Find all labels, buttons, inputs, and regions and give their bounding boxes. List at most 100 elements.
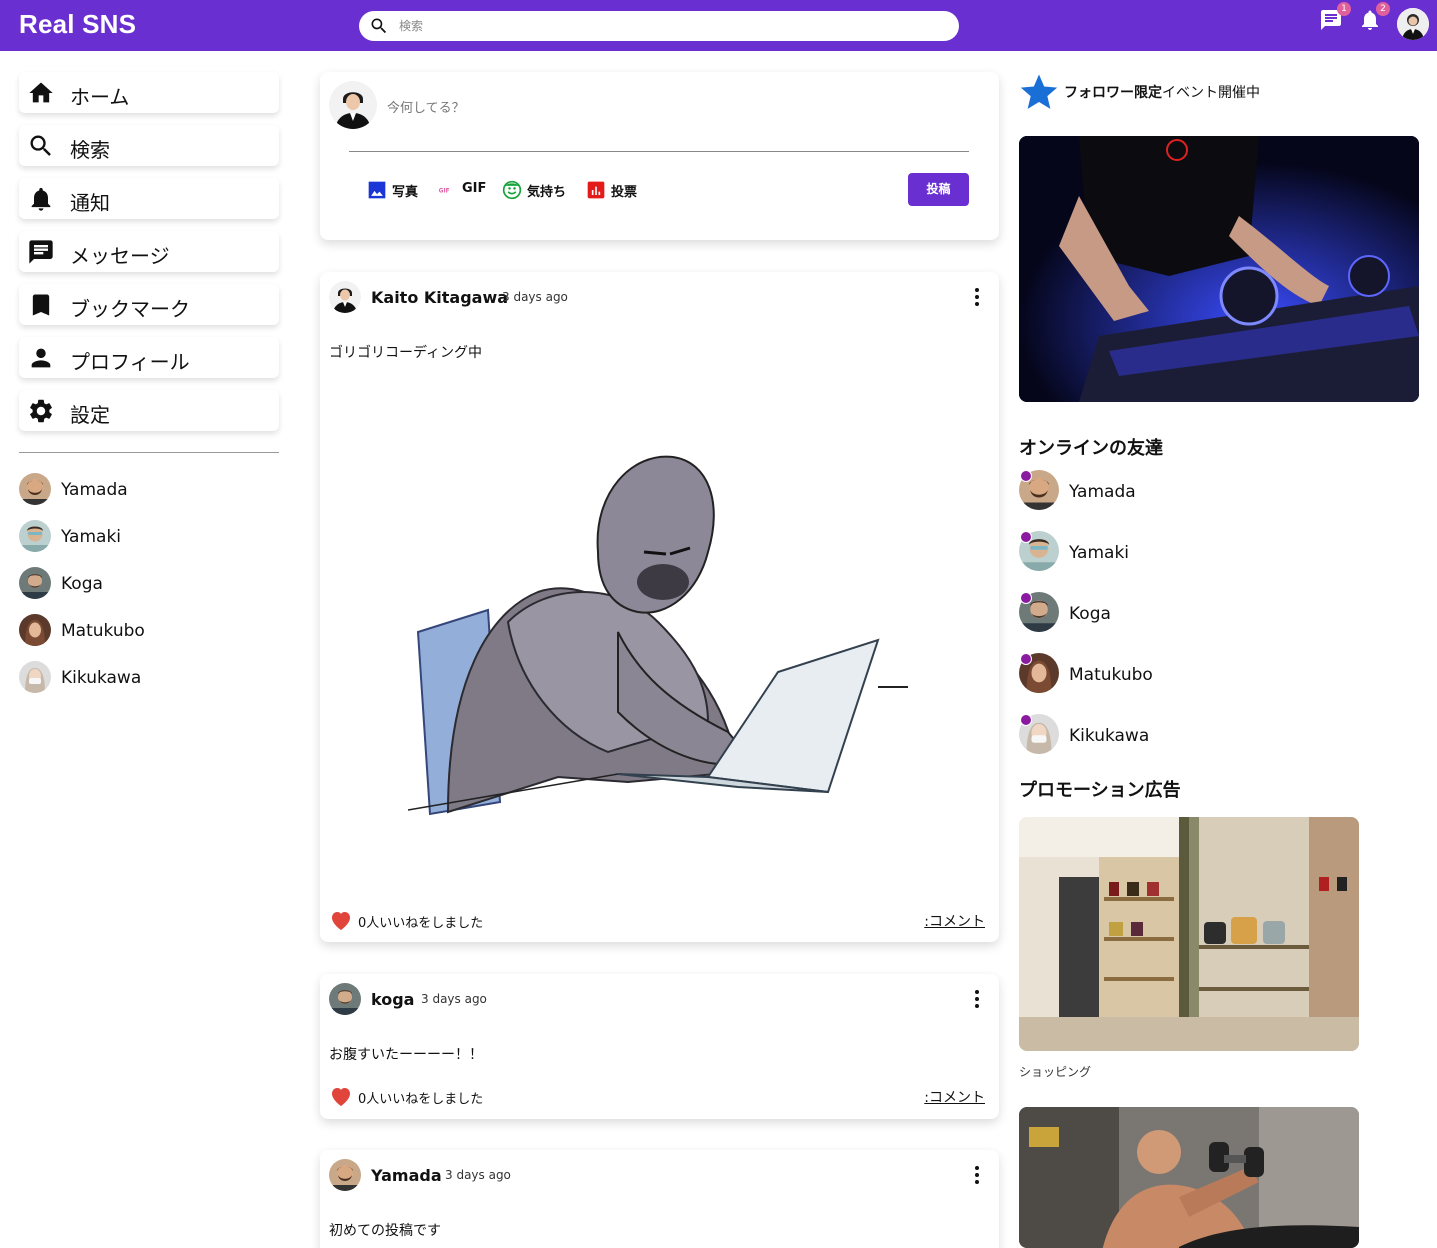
friend-name: Koga <box>61 574 103 594</box>
post-card: koga 3 days ago お腹すいたーーーー！！ 0人いいねをしました :… <box>320 974 999 1119</box>
avatar[interactable] <box>329 281 361 313</box>
more-vert-icon[interactable] <box>969 988 985 1010</box>
sidebar-item-label: ホーム <box>70 85 130 109</box>
like-count: 0人いいねをしました <box>358 916 484 931</box>
online-dot <box>1020 653 1032 665</box>
friend-name: Yamaki <box>61 527 122 547</box>
brand-logo[interactable]: Real SNS <box>19 9 136 40</box>
post-time: 3 days ago <box>421 992 487 1006</box>
top-bar: Real SNS 1 2 <box>0 0 1437 51</box>
promotion-title: プロモーション広告 <box>1019 780 1181 801</box>
bookmark-icon <box>32 294 50 316</box>
sidebar-item-home[interactable]: ホーム <box>19 72 279 113</box>
gif-icon: GIF <box>439 189 450 195</box>
event-highlight: フォロワー限定 <box>1064 85 1162 101</box>
post-card: Yamada 3 days ago 初めての投稿です <box>320 1150 999 1248</box>
friend-name: Matukubo <box>1069 665 1153 685</box>
avatar <box>19 567 51 599</box>
more-vert-icon[interactable] <box>969 1164 985 1186</box>
sidebar-nav: ホーム 検索 通知 メッセージ ブックマーク プロフィール 設定 <box>19 72 279 443</box>
post-text: お腹すいたーーーー！！ <box>329 1047 483 1063</box>
sidebar-item-notifications[interactable]: 通知 <box>19 178 279 219</box>
sidebar-item-label: 検索 <box>70 138 110 162</box>
online-dot <box>1020 470 1032 482</box>
event-rest: イベント開催中 <box>1162 85 1260 101</box>
online-dot <box>1020 592 1032 604</box>
post-author[interactable]: koga <box>371 990 414 1009</box>
post-composer: 今何してる？ 写真 GIF GIF 気持ち 投票 投稿 <box>320 72 999 240</box>
friend-name: Matukubo <box>61 621 145 641</box>
avatar <box>19 614 51 646</box>
sidebar-item-label: プロフィール <box>70 350 190 374</box>
person-icon <box>31 348 51 368</box>
search-icon <box>371 18 387 34</box>
friend-name: Yamada <box>1069 482 1136 502</box>
comment-link[interactable]: :コメント <box>924 1087 985 1107</box>
post-text: 初めての投稿です <box>329 1223 441 1239</box>
sidebar-item-label: 設定 <box>70 403 110 427</box>
bell-icon <box>31 187 51 211</box>
promo-image-shopping[interactable] <box>1019 817 1359 1051</box>
post-image <box>408 382 908 882</box>
poll-icon <box>587 181 605 199</box>
sidebar-item-label: メッセージ <box>70 244 170 268</box>
event-image[interactable] <box>1019 136 1419 402</box>
post-time: 3 days ago <box>445 1168 511 1182</box>
post-card: Kaito Kitagawa 3 days ago ゴリゴリコーディング中 0人… <box>320 272 999 942</box>
notification-badge: 2 <box>1376 2 1390 16</box>
home-icon <box>29 82 53 103</box>
post-author[interactable]: Yamada <box>371 1166 442 1185</box>
composer-divider <box>349 151 969 152</box>
search-input[interactable] <box>399 17 939 35</box>
composer-option-label: 投票 <box>611 185 638 200</box>
avatar <box>329 81 377 129</box>
friend-name: Yamada <box>61 480 128 500</box>
post-text: ゴリゴリコーディング中 <box>329 345 483 361</box>
avatar[interactable] <box>329 1159 361 1191</box>
gear-icon <box>30 399 52 423</box>
sidebar-item-messages[interactable]: メッセージ <box>19 231 279 272</box>
heart-icon[interactable] <box>329 1085 353 1107</box>
friend-name: Kikukawa <box>61 668 142 688</box>
star-icon <box>1020 74 1058 109</box>
sidebar-item-profile[interactable]: プロフィール <box>19 337 279 378</box>
message-button[interactable]: 1 <box>1319 2 1351 32</box>
online-dot <box>1020 531 1032 543</box>
chat-icon <box>29 240 53 264</box>
online-friends-title: オンラインの友達 <box>1019 438 1163 459</box>
more-vert-icon[interactable] <box>969 286 985 308</box>
event-banner-text[interactable]: フォロワー限定イベント開催中 <box>1064 82 1260 102</box>
sidebar-divider <box>19 452 279 453</box>
composer-option-label: 写真 <box>392 185 419 200</box>
promo-image-fitness[interactable] <box>1019 1107 1359 1248</box>
photo-icon <box>368 181 386 199</box>
like-count: 0人いいねをしました <box>358 1092 484 1107</box>
avatar <box>19 473 51 505</box>
composer-input[interactable]: 今何してる？ <box>387 97 465 116</box>
sidebar-item-search[interactable]: 検索 <box>19 125 279 166</box>
friend-name: Kikukawa <box>1069 726 1150 746</box>
post-author[interactable]: Kaito Kitagawa <box>371 288 508 307</box>
sidebar-item-label: 通知 <box>70 191 110 215</box>
sidebar-item-label: ブックマーク <box>70 297 190 321</box>
avatar[interactable] <box>329 983 361 1015</box>
online-dot <box>1020 714 1032 726</box>
composer-option-label: 気持ち <box>527 185 567 200</box>
heart-icon[interactable] <box>329 909 353 931</box>
avatar <box>19 661 51 693</box>
sidebar-item-settings[interactable]: 設定 <box>19 390 279 431</box>
post-time: 3 days ago <box>502 290 568 304</box>
friend-name: Yamaki <box>1069 543 1130 563</box>
notification-button[interactable]: 2 <box>1358 2 1390 32</box>
search-icon <box>30 135 51 156</box>
svg-text:GIF: GIF <box>439 189 450 195</box>
composer-option-label: GIF <box>462 181 487 196</box>
sidebar-item-bookmarks[interactable]: ブックマーク <box>19 284 279 325</box>
comment-link[interactable]: :コメント <box>924 911 985 931</box>
message-badge: 1 <box>1337 2 1351 16</box>
promo-label: ショッピング <box>1019 1065 1092 1079</box>
profile-avatar[interactable] <box>1397 8 1429 40</box>
friend-name: Koga <box>1069 604 1111 624</box>
submit-post-button[interactable]: 投稿 <box>908 173 969 206</box>
search-bar[interactable] <box>359 11 959 41</box>
